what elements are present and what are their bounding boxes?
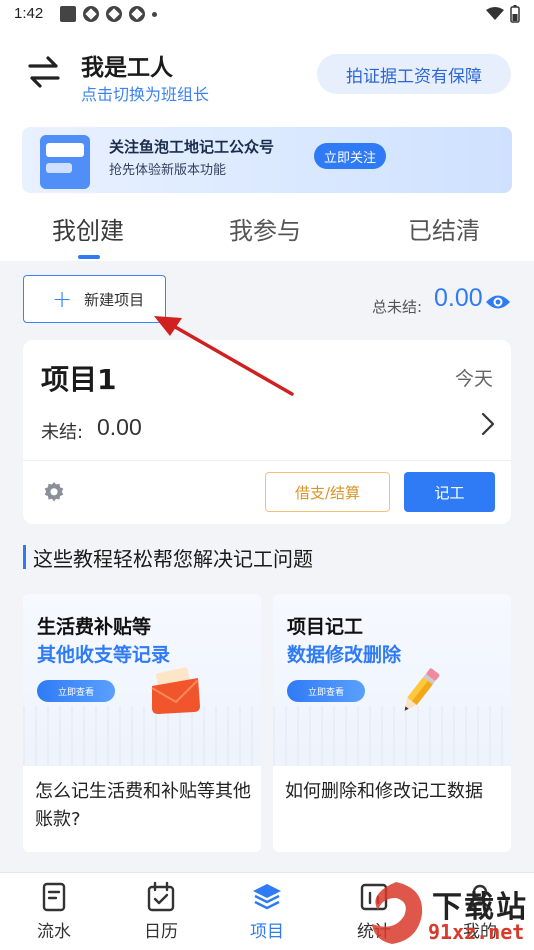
record-work-button[interactable]: 记工	[404, 472, 495, 512]
user-role-name: 我是工人	[81, 55, 173, 81]
divider	[23, 460, 511, 461]
nav-item-calendar[interactable]: 日历	[131, 881, 191, 942]
notification-icons	[60, 6, 157, 22]
watermark-url: 91xz.net	[428, 920, 525, 944]
calendar-icon	[147, 881, 175, 912]
status-bar: 1:42	[0, 0, 534, 30]
more-notifications-icon	[152, 11, 157, 17]
banner-title: 关注鱼泡工地记工公众号	[109, 138, 275, 156]
tutorial-thumbnail: 生活费补贴等 其他收支等记录 立即查看	[23, 594, 261, 766]
tutorial-caption: 如何删除和修改记工数据	[285, 781, 483, 802]
unsettled-label: 未结:	[41, 422, 84, 443]
system-icons	[486, 5, 520, 23]
loan-settle-button[interactable]: 借支/结算	[265, 472, 390, 512]
nav-label: 流水	[37, 922, 71, 942]
section-accent-bar	[23, 545, 26, 569]
tutorial-headline: 生活费补贴等	[37, 616, 152, 638]
eye-icon[interactable]	[485, 293, 511, 311]
tutorial-card-living-expenses[interactable]: 生活费补贴等 其他收支等记录 立即查看 怎么记生活费和补贴等其他账款?	[23, 594, 261, 852]
tutorial-headline-accent: 其他收支等记录	[37, 644, 171, 666]
promo-banner[interactable]: 关注鱼泡工地记工公众号 抢先体验新版本功能 立即关注	[22, 127, 512, 193]
active-tab-indicator	[78, 255, 100, 259]
tutorial-headline-accent: 数据修改删除	[287, 644, 402, 666]
watermark-logo-icon	[372, 882, 423, 944]
total-unsettled-label: 总未结:	[372, 298, 423, 316]
total-unsettled-value: 0.00	[434, 284, 483, 312]
watermark: 下载站 91xz.net	[362, 878, 534, 950]
wage-protection-button[interactable]: 拍证据工资有保障	[317, 54, 511, 94]
project-date: 今天	[454, 368, 493, 390]
nav-label: 日历	[144, 922, 178, 942]
switch-role-link[interactable]: 点击切换为班组长	[81, 81, 209, 105]
wifi-icon	[486, 7, 504, 20]
nav-item-ledger[interactable]: 流水	[24, 881, 84, 942]
tutorials-heading: 这些教程轻松帮您解决记工问题	[33, 547, 313, 571]
view-now-button[interactable]: 立即查看	[287, 680, 365, 702]
document-icon	[42, 882, 66, 912]
new-project-label: 新建项目	[84, 290, 145, 309]
switch-role-icon[interactable]	[24, 54, 64, 90]
battery-icon	[510, 5, 520, 23]
nav-item-projects[interactable]: 项目	[237, 881, 297, 942]
tab-settled[interactable]: 已结清	[408, 211, 480, 246]
app-notification-icon	[60, 6, 76, 22]
project-name: 项目1	[41, 363, 117, 396]
notification-icon	[106, 6, 122, 22]
envelope-icon	[151, 667, 200, 714]
plus-icon: +	[52, 285, 73, 313]
tutorial-thumbnail: 项目记工 数据修改删除 立即查看	[273, 594, 511, 766]
tab-joined[interactable]: 我参与	[229, 211, 301, 246]
chevron-right-icon[interactable]	[481, 412, 495, 436]
tutorial-card-edit-records[interactable]: 项目记工 数据修改删除 立即查看 如何删除和修改记工数据	[273, 594, 511, 852]
banner-subtitle: 抢先体验新版本功能	[109, 163, 227, 178]
pencil-icon	[404, 668, 440, 711]
notification-icon	[129, 6, 145, 22]
status-time: 1:42	[14, 5, 44, 22]
annotation-arrow-icon	[154, 316, 294, 396]
tutorial-headline: 项目记工	[287, 616, 364, 638]
layers-icon	[253, 884, 281, 910]
gear-icon[interactable]	[43, 481, 65, 503]
phone-illustration-icon	[40, 135, 90, 189]
tutorial-caption: 怎么记生活费和补贴等其他账款?	[35, 781, 251, 830]
tab-created[interactable]: 我创建	[52, 211, 124, 246]
view-now-button[interactable]: 立即查看	[37, 680, 115, 702]
follow-button[interactable]: 立即关注	[314, 143, 386, 169]
nav-label: 项目	[250, 922, 284, 942]
unsettled-value: 0.00	[97, 414, 142, 440]
project-tabs: 我创建 我参与 已结清	[0, 205, 534, 261]
notification-icon	[83, 6, 99, 22]
